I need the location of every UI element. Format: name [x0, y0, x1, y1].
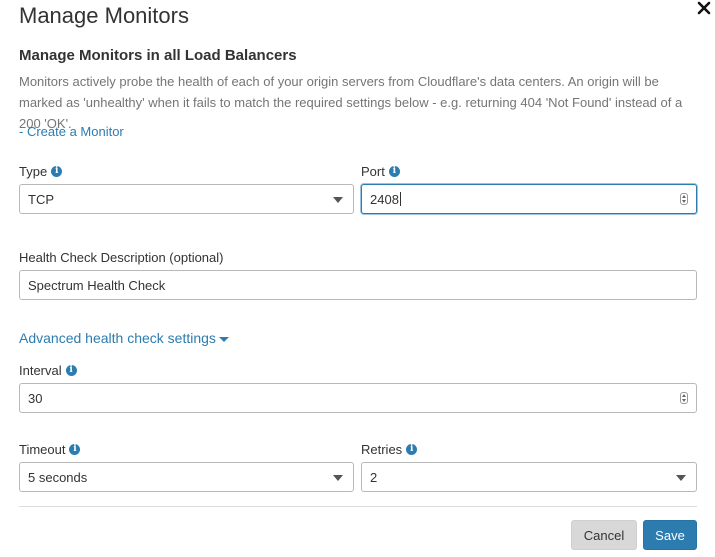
create-monitor-link[interactable]: - Create a Monitor: [19, 124, 124, 139]
health-description-value: Spectrum Health Check: [28, 277, 166, 293]
timeout-label-text: Timeout: [19, 442, 66, 457]
timeout-label: Timeout i: [19, 442, 81, 457]
cancel-button[interactable]: Cancel: [571, 520, 637, 550]
close-icon[interactable]: [696, 0, 712, 16]
timeout-select[interactable]: 5 seconds: [19, 462, 354, 492]
type-select-value: TCP: [28, 191, 54, 207]
info-icon[interactable]: i: [51, 166, 63, 177]
spinner-icon[interactable]: [680, 193, 688, 205]
modal-title: Manage Monitors: [19, 3, 189, 28]
type-label-text: Type: [19, 164, 48, 179]
interval-input[interactable]: 30: [19, 383, 697, 413]
info-icon[interactable]: i: [406, 444, 418, 455]
retries-select[interactable]: 2: [361, 462, 697, 492]
spinner-icon[interactable]: [680, 392, 688, 404]
caret-down-icon: [218, 336, 229, 342]
interval-label: Interval i: [19, 363, 77, 378]
info-icon[interactable]: i: [388, 166, 400, 177]
chevron-down-icon: [676, 475, 686, 481]
chevron-down-icon: [333, 197, 343, 203]
health-description-label: Health Check Description (optional): [19, 250, 223, 265]
timeout-select-value: 5 seconds: [28, 469, 88, 485]
save-button[interactable]: Save: [643, 520, 697, 550]
health-description-label-text: Health Check Description (optional): [19, 250, 224, 265]
advanced-settings-label: Advanced health check settings: [19, 330, 216, 346]
retries-label: Retries i: [361, 442, 418, 457]
port-input-value: 2408: [370, 191, 399, 207]
interval-input-value: 30: [28, 390, 43, 406]
info-icon[interactable]: i: [69, 444, 81, 455]
port-label: Port i: [361, 164, 400, 179]
text-cursor: [399, 192, 401, 206]
retries-select-value: 2: [370, 469, 378, 485]
port-input[interactable]: 2408: [361, 184, 697, 214]
port-label-text: Port: [361, 164, 385, 179]
type-select[interactable]: TCP: [19, 184, 354, 214]
health-description-input[interactable]: Spectrum Health Check: [19, 270, 697, 300]
advanced-settings-toggle[interactable]: Advanced health check settings: [19, 330, 229, 346]
section-heading: Manage Monitors in all Load Balancers: [19, 47, 297, 64]
info-icon[interactable]: i: [65, 365, 77, 376]
type-label: Type i: [19, 164, 63, 179]
chevron-down-icon: [333, 475, 343, 481]
footer-divider: [19, 506, 697, 507]
retries-label-text: Retries: [361, 442, 403, 457]
interval-label-text: Interval: [19, 363, 62, 378]
